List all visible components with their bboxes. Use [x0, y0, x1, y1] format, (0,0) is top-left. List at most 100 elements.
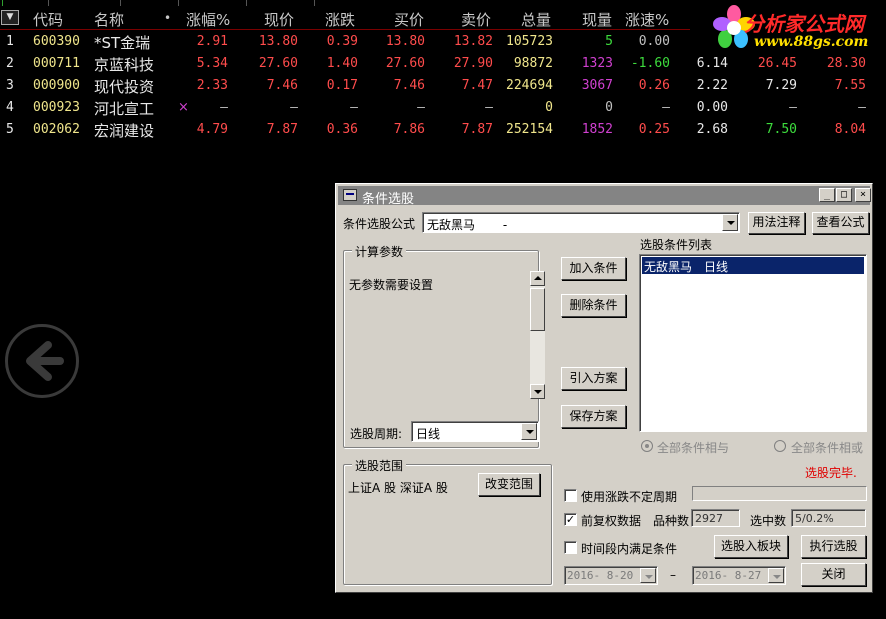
extra-col-2: –: [789, 100, 797, 115]
chevron-down-icon[interactable]: [521, 423, 537, 440]
formula-select-value: 无敌黑马 -: [427, 218, 508, 232]
scroll-up-icon[interactable]: [530, 271, 545, 286]
extra-col-1: 6.14: [696, 56, 728, 71]
pct-change: 2.33: [196, 78, 228, 93]
usage-note-button[interactable]: 用法注释: [748, 212, 805, 234]
row-index: 2: [6, 56, 14, 71]
pct-change: 4.79: [196, 122, 228, 137]
bid-price: 27.60: [385, 56, 425, 71]
col-header-volume[interactable]: 总量: [521, 9, 551, 30]
scope-group: 选股范围 上证A 股 深证A 股 改变范围: [343, 457, 552, 585]
extra-col-2: 7.29: [765, 78, 797, 93]
price: –: [290, 100, 298, 115]
row-index: 3: [6, 78, 14, 93]
delete-condition-button[interactable]: 删除条件: [561, 294, 626, 317]
count-label: 品种数: [653, 514, 690, 528]
progress-bar: [692, 486, 867, 501]
period-select[interactable]: 日线: [411, 421, 539, 442]
col-header-ask[interactable]: 卖价: [461, 9, 491, 30]
close-window-button[interactable]: ×: [855, 188, 871, 202]
ask-price: 13.82: [453, 34, 493, 49]
stock-mark: ×: [178, 100, 189, 115]
extra-col-1: 2.68: [696, 122, 728, 137]
stock-screener-dialog: 条件选股 _ □ × 条件选股公式 无敌黑马 - 用法注释 查看公式 计算参数 …: [335, 183, 873, 593]
dialog-titlebar[interactable]: 条件选股 _ □ ×: [338, 186, 871, 207]
stock-code: 000923: [33, 100, 80, 115]
current-volume: 0: [605, 100, 613, 115]
col-header-code[interactable]: 代码: [33, 9, 63, 30]
radio-all-or-label: 全部条件相或: [791, 441, 864, 455]
extra-col-3: 7.55: [834, 78, 866, 93]
close-button[interactable]: 关闭: [801, 563, 866, 586]
formula-select[interactable]: 无敌黑马 -: [422, 212, 740, 233]
checkbox-period-condition[interactable]: [564, 541, 577, 554]
pct-change: 2.91: [196, 34, 228, 49]
to-board-button[interactable]: 选股入板块: [714, 535, 788, 558]
chevron-down-icon[interactable]: [722, 214, 738, 231]
radio-all-or[interactable]: [774, 440, 786, 452]
stock-code: 002062: [33, 122, 80, 137]
condition-item[interactable]: 无敌黑马 日线: [642, 257, 864, 274]
ask-price: –: [485, 100, 493, 115]
execute-button[interactable]: 执行选股: [801, 535, 866, 558]
col-header-name[interactable]: 名称: [94, 9, 124, 30]
pct-change: 5.34: [196, 56, 228, 71]
radio-all-and-label: 全部条件相与: [657, 441, 730, 455]
sort-dropdown-icon[interactable]: ▼: [1, 10, 19, 25]
row-index: 5: [6, 122, 14, 137]
col-header-speed[interactable]: 涨速%: [625, 9, 669, 30]
stock-name: 现代投资: [94, 78, 155, 96]
condition-list-label: 选股条件列表: [640, 238, 713, 252]
stock-code: 000711: [33, 56, 80, 71]
logo-title: 分析家公式网: [744, 12, 864, 36]
condition-list[interactable]: 无敌黑马 日线: [639, 254, 867, 432]
change-scope-button[interactable]: 改变范围: [478, 473, 540, 496]
stock-name: 京蓝科技: [94, 56, 155, 74]
minimize-button[interactable]: _: [819, 188, 835, 202]
ask-price: 7.47: [461, 78, 493, 93]
date-to[interactable]: 2016- 8-27: [692, 566, 786, 585]
current-volume: 1323: [581, 56, 613, 71]
radio-all-and[interactable]: [641, 440, 653, 452]
save-plan-button[interactable]: 保存方案: [561, 405, 626, 428]
row-index: 1: [6, 34, 14, 49]
col-header-price[interactable]: 现价: [264, 9, 294, 30]
extra-col-1: 2.22: [696, 78, 728, 93]
speed: 0.00: [638, 34, 670, 49]
back-button[interactable]: [5, 324, 79, 398]
stock-name: 宏润建设: [94, 122, 155, 140]
col-header-current-volume[interactable]: 现量: [582, 9, 612, 30]
view-formula-button[interactable]: 查看公式: [812, 212, 869, 234]
checkbox-prior-rights[interactable]: ✓: [564, 513, 577, 526]
current-volume: 5: [605, 34, 613, 49]
checkbox-uncertain-period[interactable]: [564, 489, 577, 502]
table-row[interactable]: 2 000711 京蓝科技 5.34 27.60 1.40 27.60 27.90 98872 1…: [0, 53, 886, 75]
checkbox-uncertain-period-label: 使用涨跌不定周期: [581, 490, 678, 504]
maximize-button[interactable]: □: [836, 188, 852, 202]
chevron-down-icon[interactable]: [768, 568, 784, 583]
bid-price: 13.80: [385, 34, 425, 49]
extra-col-3: 8.04: [834, 122, 866, 137]
change: 1.40: [326, 56, 358, 71]
table-row[interactable]: 5 002062 宏润建设 4.79 7.87 0.36 7.86 7.87 252154 185…: [0, 119, 886, 141]
params-scrollbar[interactable]: [530, 271, 545, 399]
scroll-thumb[interactable]: [530, 288, 545, 331]
add-condition-button[interactable]: 加入条件: [561, 257, 626, 280]
speed: 0.25: [638, 122, 670, 137]
logo: 分析家公式网 www.88gs.com: [700, 2, 886, 54]
col-header-pct[interactable]: 涨幅%: [186, 9, 230, 30]
scroll-down-icon[interactable]: [530, 384, 545, 399]
window-icon: [343, 189, 357, 201]
date-from[interactable]: 2016- 8-20: [564, 566, 658, 585]
import-plan-button[interactable]: 引入方案: [561, 367, 626, 390]
col-header-bid[interactable]: 买价: [394, 9, 424, 30]
col-header-change[interactable]: 涨跌: [325, 9, 355, 30]
table-header: ▼ 代码 名称 • 涨幅% 现价 涨跌 买价 卖价 总量 现量 涨速%: [0, 6, 690, 30]
selected-value: 5/0.2%: [791, 509, 866, 527]
date-separator: –: [670, 568, 676, 582]
chevron-down-icon[interactable]: [640, 568, 656, 583]
table-row[interactable]: 3 000900 现代投资 2.33 7.46 0.17 7.46 7.47 224694 306…: [0, 75, 886, 97]
change: –: [350, 100, 358, 115]
col-header-mark[interactable]: •: [164, 11, 171, 25]
table-row[interactable]: 4 000923 河北宣工 × – – – – – 0 0 – 0.00 – –: [0, 97, 886, 119]
